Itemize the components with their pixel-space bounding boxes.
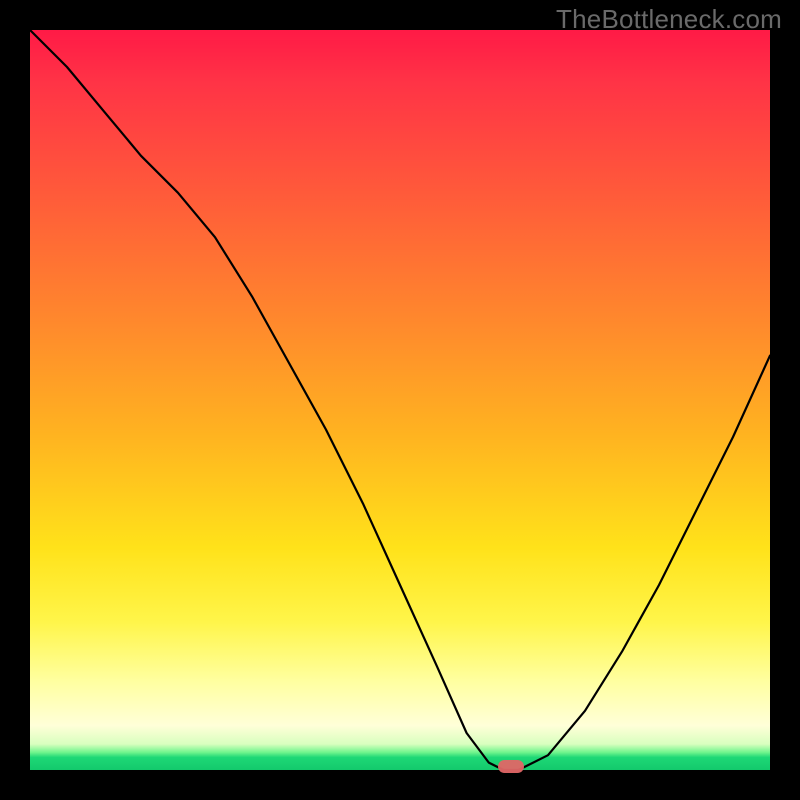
watermark-text: TheBottleneck.com (556, 4, 782, 35)
bottleneck-curve (30, 30, 770, 770)
optimum-marker (498, 760, 524, 773)
